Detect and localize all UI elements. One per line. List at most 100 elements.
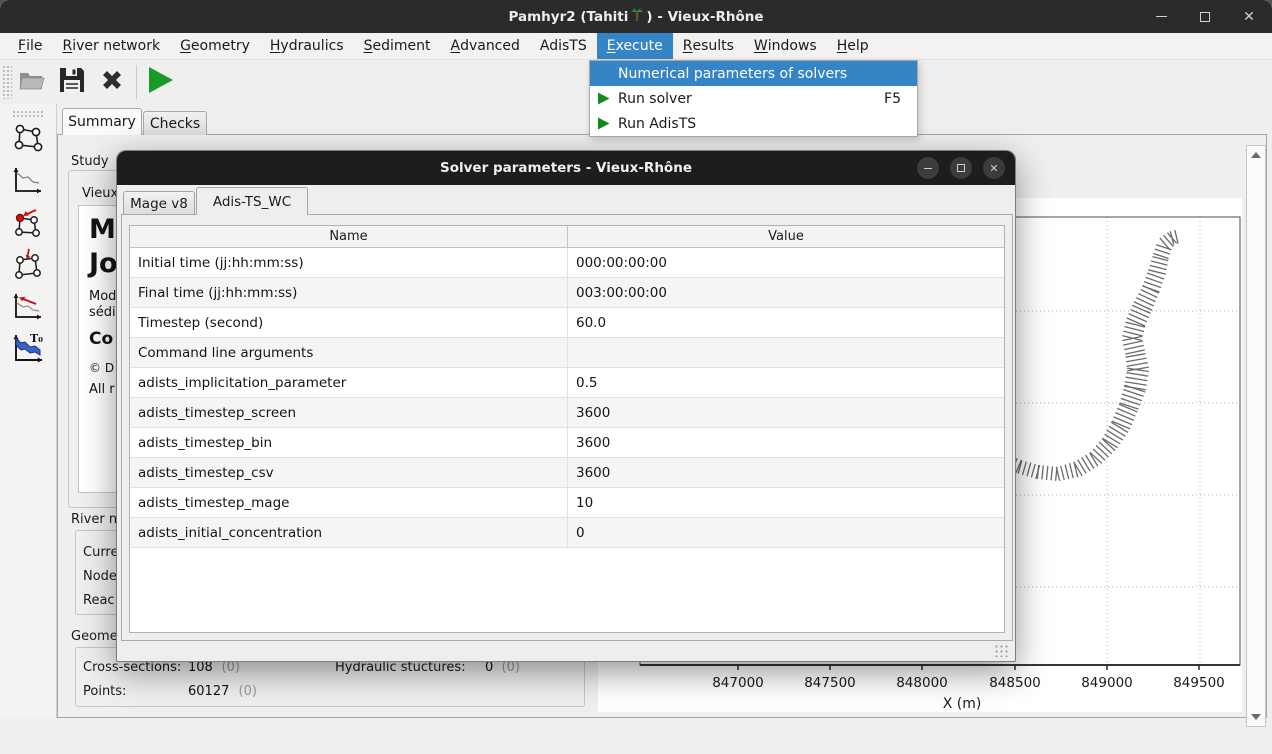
geometry-profile-tool[interactable]: [6, 162, 50, 202]
titlebar[interactable]: Pamhyr2 (Tahiti ) - Vieux-Rhône ✕: [0, 0, 1272, 33]
minimize-button[interactable]: [1150, 6, 1172, 28]
menubar-item-river-network[interactable]: River network: [52, 33, 170, 59]
study-text-fragment: sédi: [89, 305, 116, 320]
x-tick-label: 847000: [712, 675, 764, 691]
param-value-cell[interactable]: [568, 338, 1004, 367]
dialog-resize-grip[interactable]: [994, 644, 1009, 657]
tab-summary[interactable]: Summary: [62, 108, 142, 135]
column-header-value[interactable]: Value: [568, 226, 1004, 247]
river-network-tool[interactable]: [6, 120, 50, 160]
dialog-tab-mage-v8[interactable]: Mage v8: [123, 191, 195, 215]
table-row[interactable]: adists_implicitation_parameter0.5: [130, 368, 1004, 398]
boundary-conditions-tool[interactable]: [6, 204, 50, 244]
stat-label: Cross-sections:: [83, 660, 181, 675]
network-upstream-icon: [12, 206, 44, 242]
run-solver-button[interactable]: [141, 63, 181, 101]
menu-item-numerical-parameters-of-solvers[interactable]: Numerical parameters of solvers: [590, 61, 917, 86]
param-value-cell[interactable]: 003:00:00:00: [568, 278, 1004, 307]
column-header-name[interactable]: Name: [130, 226, 568, 247]
chart-arrow-icon: [12, 291, 44, 325]
scroll-down-icon[interactable]: [1251, 714, 1261, 720]
study-name-tab[interactable]: Vieux: [82, 186, 118, 201]
toolbar-drag-handle[interactable]: [2, 65, 12, 99]
app-window: Pamhyr2 (Tahiti ) - Vieux-Rhône ✕ FileRi…: [0, 0, 1272, 754]
maximize-button[interactable]: [1194, 6, 1216, 28]
param-name-cell: Command line arguments: [130, 338, 568, 367]
table-row[interactable]: Final time (jj:hh:mm:ss)003:00:00:00: [130, 278, 1004, 308]
param-name-cell: adists_implicitation_parameter: [130, 368, 568, 397]
table-row[interactable]: adists_initial_concentration0: [130, 518, 1004, 548]
param-value-cell[interactable]: 3600: [568, 398, 1004, 427]
x-tick-label: 849000: [1081, 675, 1133, 691]
x-tick-label: 849500: [1173, 675, 1225, 691]
folder-open-icon: [18, 68, 46, 96]
tab-checks[interactable]: Checks: [143, 111, 207, 135]
dialog-tab-adis-ts-wc[interactable]: Adis-TS_WC: [196, 187, 308, 215]
dialog-minimize-button[interactable]: [917, 157, 939, 179]
menu-item-label: Numerical parameters of solvers: [618, 66, 909, 82]
dialog-titlebar[interactable]: Solver parameters - Vieux-Rhône ✕: [117, 151, 1015, 185]
table-row[interactable]: Timestep (second)60.0: [130, 308, 1004, 338]
table-row[interactable]: adists_timestep_csv3600: [130, 458, 1004, 488]
menubar-item-file[interactable]: File: [8, 33, 52, 59]
run-icon: [598, 117, 612, 130]
param-value-cell[interactable]: 000:00:00:00: [568, 248, 1004, 277]
close-button[interactable]: ✕: [1238, 6, 1260, 28]
param-name-cell: Timestep (second): [130, 308, 568, 337]
stricklers-tool[interactable]: T₀: [6, 330, 50, 370]
table-row[interactable]: Command line arguments: [130, 338, 1004, 368]
param-value-cell[interactable]: 60.0: [568, 308, 1004, 337]
open-study-button[interactable]: [12, 63, 52, 101]
param-value-cell[interactable]: 3600: [568, 428, 1004, 457]
river-network-row: Node: [83, 569, 117, 584]
menubar-item-execute[interactable]: Execute: [597, 33, 673, 59]
menu-item-label: Run AdisTS: [618, 116, 909, 132]
stat-label: Hydraulic stuctures:: [335, 660, 466, 675]
menubar-item-advanced[interactable]: Advanced: [440, 33, 529, 59]
menubar-item-geometry[interactable]: Geometry: [170, 33, 260, 59]
menu-item-label: Run solver: [618, 91, 874, 107]
param-name-cell: adists_initial_concentration: [130, 518, 568, 547]
profile-chart-icon: [12, 165, 44, 199]
menubar-item-results[interactable]: Results: [673, 33, 744, 59]
initial-conditions-tool[interactable]: [6, 288, 50, 328]
t0-chart-icon: T₀: [11, 332, 45, 368]
sidebar-drag-handle[interactable]: [12, 110, 44, 118]
dialog-close-button[interactable]: ✕: [983, 157, 1005, 179]
menubar-item-windows[interactable]: Windows: [744, 33, 827, 59]
close-study-button[interactable]: [92, 63, 132, 101]
table-row[interactable]: adists_timestep_mage10: [130, 488, 1004, 518]
save-icon: [59, 67, 85, 97]
x-tick-label: 847500: [804, 675, 856, 691]
toolbar-separator: [136, 65, 137, 99]
stat-label: Points:: [83, 684, 126, 699]
river-network-row: Reac: [83, 593, 115, 608]
stat-value: 108: [188, 660, 213, 675]
table-row[interactable]: adists_timestep_bin3600: [130, 428, 1004, 458]
vertical-scrollbar[interactable]: [1246, 145, 1266, 727]
table-row[interactable]: adists_timestep_screen3600: [130, 398, 1004, 428]
menubar-item-sediment[interactable]: Sediment: [354, 33, 441, 59]
lateral-contributions-tool[interactable]: [6, 246, 50, 286]
param-value-cell[interactable]: 0.5: [568, 368, 1004, 397]
menubar-item-hydraulics[interactable]: Hydraulics: [260, 33, 354, 59]
menu-item-run-adists[interactable]: Run AdisTS: [590, 111, 917, 136]
param-name-cell: adists_timestep_screen: [130, 398, 568, 427]
menubar-item-adists[interactable]: AdisTS: [530, 33, 597, 59]
study-text-fragment: Co: [89, 329, 113, 349]
param-value-cell[interactable]: 3600: [568, 458, 1004, 487]
dialog-maximize-button[interactable]: [950, 157, 972, 179]
param-value-cell[interactable]: 0: [568, 518, 1004, 547]
river-network-group-label: River n: [68, 512, 120, 527]
param-name-cell: Final time (jj:hh:mm:ss): [130, 278, 568, 307]
x-tick-label: 848500: [989, 675, 1041, 691]
table-row[interactable]: Initial time (jj:hh:mm:ss)000:00:00:00: [130, 248, 1004, 278]
menu-item-run-solver[interactable]: Run solverF5: [590, 86, 917, 111]
geometry-stat: Cross-sections:108(0): [83, 660, 181, 675]
scroll-up-icon[interactable]: [1251, 152, 1261, 158]
param-value-cell[interactable]: 10: [568, 488, 1004, 517]
stat-badge: (0): [222, 660, 240, 675]
save-study-button[interactable]: [52, 63, 92, 101]
menubar-item-help[interactable]: Help: [827, 33, 879, 59]
geometry-stat: Points:60127(0): [83, 684, 126, 699]
